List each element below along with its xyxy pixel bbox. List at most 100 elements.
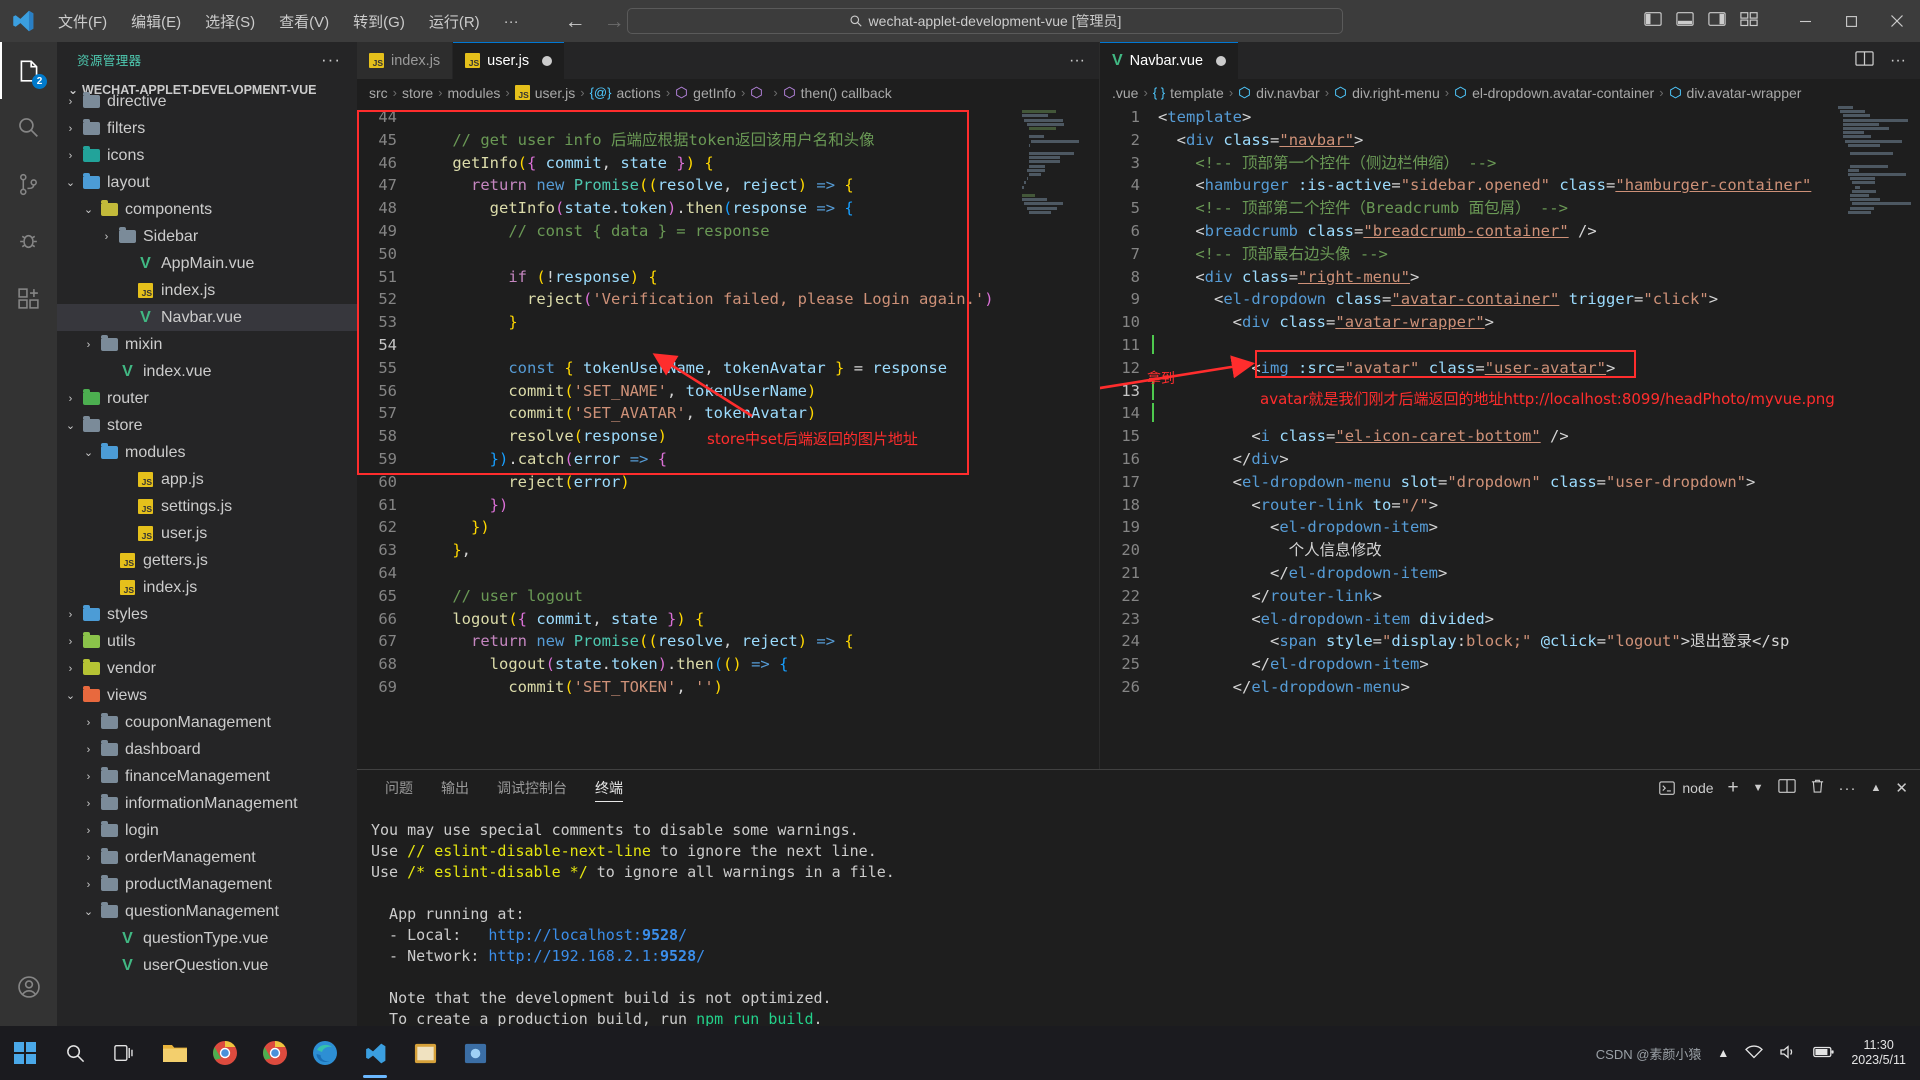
tree-item[interactable]: ⌄ questionManagement xyxy=(57,898,357,925)
tree-item[interactable]: ⌄ views xyxy=(57,682,357,709)
panel-tab-debug-console[interactable]: 调试控制台 xyxy=(483,770,581,806)
toggle-secondary-sidebar-icon[interactable] xyxy=(1708,11,1726,31)
taskbar-app-generic[interactable] xyxy=(400,1026,450,1080)
code-line[interactable]: <el-dropdown class="avatar-container" tr… xyxy=(1158,288,1920,311)
menu-edit[interactable]: 编辑(E) xyxy=(119,7,193,36)
code-line[interactable]: </div> xyxy=(1158,448,1920,471)
taskbar-clock[interactable]: 11:30 2023/5/11 xyxy=(1851,1038,1906,1068)
code-line[interactable]: logout({ commit, state }) { xyxy=(415,608,1099,631)
breadcrumb-item[interactable]: then() callback xyxy=(783,85,892,101)
tree-item[interactable]: › productManagement xyxy=(57,871,357,898)
code-line[interactable]: <el-dropdown-item> xyxy=(1158,516,1920,539)
tree-item[interactable]: JS settings.js xyxy=(57,493,357,520)
breadcrumb-item[interactable]: div.navbar xyxy=(1238,85,1320,101)
code-line[interactable]: </router-link> xyxy=(1158,585,1920,608)
breadcrumb-left[interactable]: src › store › modules › JS user.js › {@} actions › g… xyxy=(357,79,1099,106)
tree-item[interactable]: JS index.js xyxy=(57,574,357,601)
tree-item[interactable]: JS app.js xyxy=(57,466,357,493)
customize-layout-icon[interactable] xyxy=(1740,11,1758,31)
activity-run-debug[interactable] xyxy=(0,213,57,270)
code-line[interactable]: const { tokenUserName, tokenAvatar } = r… xyxy=(415,357,1099,380)
tray-chevron-up-icon[interactable]: ▲ xyxy=(1717,1046,1729,1060)
breadcrumb-item[interactable]: { } template xyxy=(1153,85,1224,101)
tree-item[interactable]: › couponManagement xyxy=(57,709,357,736)
tab-navbar-vue[interactable]: V Navbar.vue xyxy=(1100,42,1240,79)
tree-item[interactable]: › icons xyxy=(57,142,357,169)
terminal-output[interactable]: You may use special comments to disable … xyxy=(357,806,1920,1054)
code-line[interactable]: } xyxy=(415,311,1099,334)
code-line[interactable]: <div class="right-menu"> xyxy=(1158,266,1920,289)
tree-item[interactable]: V Navbar.vue xyxy=(57,304,357,331)
tray-volume-icon[interactable] xyxy=(1779,1044,1797,1063)
toggle-panel-icon[interactable] xyxy=(1676,11,1694,31)
panel-tab-problems[interactable]: 问题 xyxy=(371,770,427,806)
breadcrumb-right[interactable]: .vue › { } template › div.navbar › div.right-me… xyxy=(1100,79,1920,106)
code-line[interactable]: <i class="el-icon-caret-bottom" /> xyxy=(1158,425,1920,448)
maximize-panel-icon[interactable]: ▲ xyxy=(1871,782,1882,794)
minimap-left[interactable] xyxy=(1017,106,1087,769)
tree-item[interactable]: › filters xyxy=(57,115,357,142)
breadcrumb-item[interactable]: div.right-menu xyxy=(1334,85,1440,101)
editor-more-actions[interactable]: ··· xyxy=(1069,52,1085,70)
breadcrumb-item[interactable]: {@} actions xyxy=(590,85,661,101)
code-line[interactable]: <breadcrumb class="breadcrumb-container"… xyxy=(1158,220,1920,243)
panel-more-actions-icon[interactable]: ··· xyxy=(1839,780,1857,797)
code-editor-right[interactable]: 1 2 3 4 5 6 7 8 9 10 11 12 13 14 15 16 17 18 19 20 21 22 23 24 2… xyxy=(1100,106,1920,769)
code-line[interactable]: </el-dropdown-item> xyxy=(1158,653,1920,676)
tree-item[interactable]: › informationManagement xyxy=(57,790,357,817)
code-line[interactable]: <span style="display:block;" @click="log… xyxy=(1158,630,1920,653)
code-line[interactable]: <div class="avatar-wrapper"> xyxy=(1158,311,1920,334)
tree-item[interactable]: › styles xyxy=(57,601,357,628)
activity-source-control[interactable] xyxy=(0,156,57,213)
code-line[interactable]: <router-link to="/"> xyxy=(1158,494,1920,517)
activity-search[interactable] xyxy=(0,99,57,156)
code-line[interactable]: <hamburger :is-active="sidebar.opened" c… xyxy=(1158,174,1920,197)
explorer-more-actions[interactable]: ··· xyxy=(313,50,349,70)
code-line[interactable]: }).catch(error => { xyxy=(415,448,1099,471)
tab-index-js[interactable]: JS index.js xyxy=(357,42,454,79)
breadcrumb-item[interactable]: .vue xyxy=(1112,85,1138,101)
tree-item[interactable]: › mixin xyxy=(57,331,357,358)
code-line[interactable]: }) xyxy=(415,494,1099,517)
tree-item[interactable]: ⌄ components xyxy=(57,196,357,223)
code-line[interactable]: logout(state.token).then(() => { xyxy=(415,653,1099,676)
close-button[interactable] xyxy=(1874,0,1920,42)
code-line[interactable]: <!-- 顶部第二个控件（Breadcrumb 面包屑） --> xyxy=(1158,197,1920,220)
code-line[interactable]: commit('SET_AVATAR', tokenAvatar) xyxy=(415,402,1099,425)
task-view-icon[interactable] xyxy=(100,1026,150,1080)
taskbar-app-chrome-2[interactable] xyxy=(250,1026,300,1080)
tree-item[interactable]: › financeManagement xyxy=(57,763,357,790)
activity-accounts[interactable] xyxy=(0,958,57,1015)
code-line[interactable]: }) xyxy=(415,516,1099,539)
tree-item[interactable]: JS getters.js xyxy=(57,547,357,574)
chevron-down-icon[interactable]: ▼ xyxy=(1753,782,1764,794)
code-line[interactable]: // user logout xyxy=(415,585,1099,608)
panel-tab-output[interactable]: 输出 xyxy=(427,770,483,806)
code-line[interactable]: // get user info 后端应根据token返回该用户名和头像 xyxy=(415,129,1099,152)
toggle-primary-sidebar-icon[interactable] xyxy=(1644,11,1662,31)
activity-explorer[interactable]: 2 xyxy=(0,42,57,99)
tree-item[interactable]: › directive xyxy=(57,88,357,115)
code-line[interactable]: getInfo({ commit, state }) { xyxy=(415,152,1099,175)
code-line[interactable]: }, xyxy=(415,539,1099,562)
code-line[interactable]: <!-- 顶部最右边头像 --> xyxy=(1158,243,1920,266)
code-editor-left[interactable]: 44 45 46 47 48 49 50 51 52 53 54 55 56 57 58 59 60 61 62 63… xyxy=(357,106,1099,769)
menu-bar[interactable]: 文件(F) 编辑(E) 选择(S) 查看(V) 转到(G) 运行(R) ··· xyxy=(46,7,531,36)
code-line[interactable]: <el-dropdown-item divided> xyxy=(1158,608,1920,631)
tree-item[interactable]: › utils xyxy=(57,628,357,655)
code-line[interactable]: getInfo(state.token).then(response => { xyxy=(415,197,1099,220)
terminal-profile[interactable]: node xyxy=(1659,780,1714,796)
panel-tab-terminal[interactable]: 终端 xyxy=(581,770,637,806)
close-panel-icon[interactable]: ✕ xyxy=(1895,779,1908,797)
breadcrumb-item[interactable]: src xyxy=(369,85,388,101)
breadcrumb-item[interactable]: getInfo xyxy=(675,85,736,101)
code-line[interactable]: <div class="navbar"> xyxy=(1158,129,1920,152)
code-line[interactable] xyxy=(415,243,1099,266)
code-line[interactable]: if (!response) { xyxy=(415,266,1099,289)
breadcrumb-item[interactable]: JS user.js xyxy=(514,85,575,101)
taskbar-app-generic-2[interactable] xyxy=(450,1026,500,1080)
code-line[interactable]: 个人信息修改 xyxy=(1158,539,1920,562)
tree-item[interactable]: VuserQuestion.vue xyxy=(57,952,357,979)
add-terminal-icon[interactable]: + xyxy=(1728,777,1739,799)
code-line[interactable]: commit('SET_TOKEN', '') xyxy=(415,676,1099,699)
